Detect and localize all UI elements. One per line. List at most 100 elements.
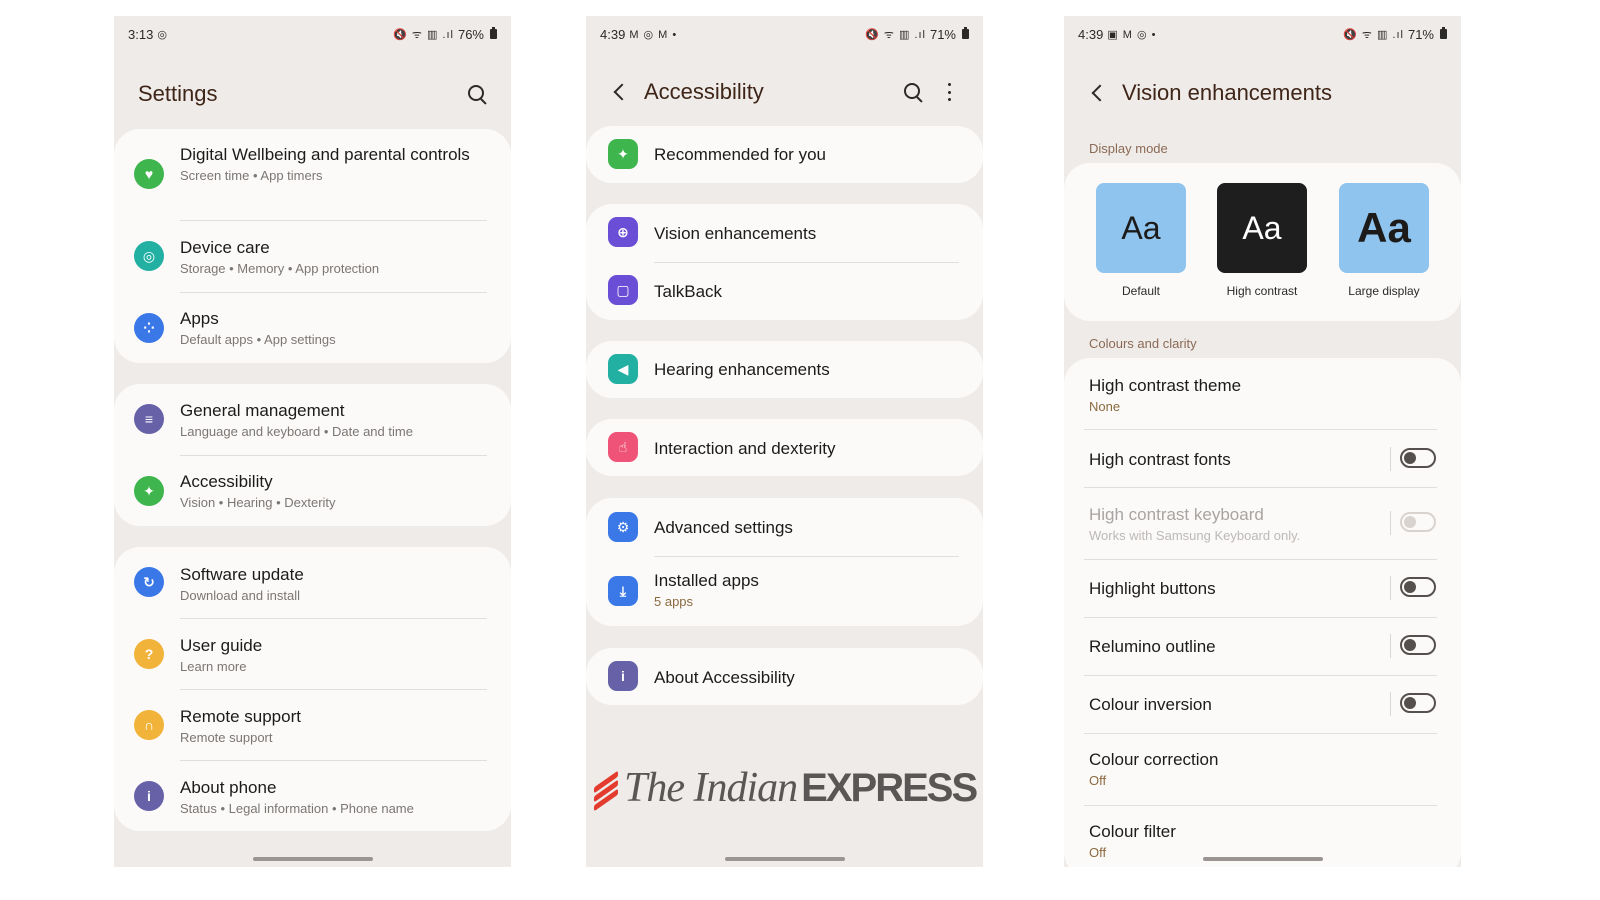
- mode-high-contrast-tile[interactable]: Aa: [1217, 183, 1307, 273]
- status-time: 4:39: [1078, 26, 1104, 42]
- settings-item-user-guide[interactable]: ? User guide Learn more: [114, 619, 511, 689]
- navigation-handle[interactable]: [252, 857, 373, 861]
- more-options-icon[interactable]: [947, 83, 951, 101]
- item-title: About phone: [180, 778, 277, 797]
- settings-item-about-phone[interactable]: i About phone Status • Legal information…: [114, 761, 511, 831]
- relumino-outline-toggle[interactable]: [1400, 635, 1436, 655]
- accessibility-group-4: ☝ Interaction and dexterity: [586, 419, 983, 476]
- accessibility-item-about[interactable]: i About Accessibility: [586, 648, 983, 705]
- item-title: Relumino outline: [1089, 637, 1216, 656]
- accessibility-group-6: i About Accessibility: [586, 648, 983, 705]
- highlight-buttons-toggle[interactable]: [1400, 577, 1436, 597]
- accessibility-item-hearing[interactable]: ◀ Hearing enhancements: [586, 341, 983, 398]
- settings-item-device-care[interactable]: ◎ Device care Storage • Memory • App pro…: [114, 221, 511, 291]
- mode-default-label: Default: [1121, 284, 1161, 298]
- speaker-icon: ◀: [608, 354, 638, 384]
- settings-item-software-update[interactable]: ↻ Software update Download and install: [114, 547, 511, 618]
- item-title: User guide: [180, 636, 263, 655]
- signal-icons: 🔇 ᯤ ▥ .ıl: [865, 28, 926, 41]
- watermark-text-2: EXPRESS: [801, 765, 978, 810]
- app-bar: Settings: [114, 76, 511, 112]
- app-bar: Accessibility: [586, 74, 983, 110]
- settings-item-remote-support[interactable]: ∩ Remote support Remote support: [114, 690, 511, 760]
- mode-high-contrast-label: High contrast: [1226, 284, 1298, 298]
- page-title: Accessibility: [644, 79, 764, 104]
- colour-inversion-toggle[interactable]: [1400, 693, 1436, 713]
- sliders-icon: ≡: [134, 404, 164, 434]
- watermark-logo: The Indian EXPRESS: [590, 764, 982, 812]
- navigation-handle[interactable]: [1202, 857, 1323, 861]
- headset-icon: ∩: [134, 710, 164, 740]
- item-subtitle: Works with Samsung Keyboard only.: [1089, 528, 1301, 543]
- info-icon: i: [134, 781, 164, 811]
- signal-icons: 🔇 ᯤ ▥ .ıl: [1343, 28, 1404, 41]
- accessibility-item-vision[interactable]: ⊕ Vision enhancements: [586, 204, 983, 261]
- item-title: Accessibility: [180, 472, 273, 491]
- vision-item-high-contrast-keyboard: High contrast keyboard Works with Samsun…: [1064, 488, 1461, 559]
- settings-item-general-management[interactable]: ≡ General management Language and keyboa…: [114, 384, 511, 455]
- item-title: About Accessibility: [654, 668, 795, 687]
- item-title: Digital Wellbeing and parental controls: [180, 145, 470, 164]
- section-label-display-mode: Display mode: [1089, 141, 1168, 156]
- item-title: Installed apps: [654, 571, 759, 590]
- touch-icon: ☝: [608, 432, 638, 462]
- status-bar: 4:39 M ◎ M • 🔇 ᯤ ▥ .ıl 71%: [600, 24, 969, 44]
- item-title: Colour filter: [1089, 822, 1176, 841]
- item-subtitle: 5 apps: [654, 594, 694, 609]
- accessibility-item-recommended[interactable]: ✦ Recommended for you: [586, 126, 983, 183]
- accessibility-group-1: ✦ Recommended for you: [586, 126, 983, 183]
- colours-clarity-card: High contrast theme None High contrast f…: [1064, 358, 1461, 867]
- search-icon[interactable]: [467, 84, 487, 104]
- item-title: Advanced settings: [654, 518, 793, 537]
- accessibility-group-5: ⚙ Advanced settings ⤓ Installed apps 5 a…: [586, 498, 983, 626]
- notification-icons: M ◎ M •: [629, 28, 678, 41]
- accessibility-item-installed-apps[interactable]: ⤓ Installed apps 5 apps: [586, 557, 983, 626]
- mode-large-display-tile[interactable]: Aa: [1339, 183, 1429, 273]
- gear-plus-icon: ⚙: [608, 512, 638, 542]
- settings-item-digital-wellbeing[interactable]: ♥ Digital Wellbeing and parental control…: [114, 129, 511, 219]
- settings-item-accessibility[interactable]: ✦ Accessibility Vision • Hearing • Dexte…: [114, 456, 511, 526]
- item-subtitle: Status • Legal information • Phone name: [180, 801, 414, 816]
- vision-item-colour-inversion[interactable]: Colour inversion: [1064, 676, 1461, 733]
- item-title: Apps: [180, 309, 219, 328]
- battery-icon: [962, 27, 969, 39]
- vision-item-high-contrast-theme[interactable]: High contrast theme None: [1064, 358, 1461, 429]
- back-arrow-icon[interactable]: [1091, 84, 1109, 102]
- vision-item-high-contrast-fonts[interactable]: High contrast fonts: [1064, 430, 1461, 487]
- high-contrast-fonts-toggle[interactable]: [1400, 448, 1436, 468]
- logo-flame-icon: [590, 769, 620, 812]
- accessibility-item-talkback[interactable]: ▢ TalkBack: [586, 263, 983, 320]
- settings-screen: 3:13 ◎ 🔇 ᯤ ▥ .ıl 76% Settings ♥ Digital …: [114, 16, 511, 867]
- battery-percent: 71%: [1407, 26, 1434, 42]
- talkback-icon: ▢: [608, 275, 638, 305]
- item-subtitle: None: [1089, 399, 1121, 414]
- vision-item-colour-correction[interactable]: Colour correction Off: [1064, 734, 1461, 805]
- high-contrast-keyboard-toggle: [1400, 512, 1436, 532]
- item-subtitle: Vision • Hearing • Dexterity: [180, 495, 336, 510]
- search-icon[interactable]: [903, 82, 923, 102]
- section-label-colours: Colours and clarity: [1089, 336, 1197, 351]
- vision-item-relumino-outline[interactable]: Relumino outline: [1064, 618, 1461, 675]
- item-title: General management: [180, 401, 345, 420]
- vision-item-highlight-buttons[interactable]: Highlight buttons: [1064, 560, 1461, 617]
- display-mode-card: Aa Default Aa High contrast Aa Large dis…: [1064, 163, 1461, 321]
- signal-icons: 🔇 ᯤ ▥ .ıl: [393, 28, 454, 41]
- navigation-handle[interactable]: [724, 857, 845, 861]
- notification-icons: ◎: [157, 28, 168, 41]
- info-icon: i: [608, 661, 638, 691]
- item-subtitle: Language and keyboard • Date and time: [180, 424, 413, 439]
- accessibility-item-advanced[interactable]: ⚙ Advanced settings: [586, 498, 983, 555]
- item-title: Hearing enhancements: [654, 360, 830, 379]
- item-title: Software update: [180, 565, 304, 584]
- item-title: Highlight buttons: [1089, 579, 1216, 598]
- accessibility-item-interaction[interactable]: ☝ Interaction and dexterity: [586, 419, 983, 476]
- back-arrow-icon[interactable]: [613, 83, 631, 101]
- battery-icon: [1440, 27, 1447, 39]
- mode-default-tile[interactable]: Aa: [1096, 183, 1186, 273]
- settings-item-apps[interactable]: ⁘ Apps Default apps • App settings: [114, 293, 511, 363]
- download-icon: ⤓: [608, 576, 638, 606]
- accessibility-icon: ✦: [134, 476, 164, 506]
- recommended-icon: ✦: [608, 139, 638, 169]
- item-title: Recommended for you: [654, 145, 826, 164]
- app-bar: Vision enhancements: [1064, 75, 1461, 111]
